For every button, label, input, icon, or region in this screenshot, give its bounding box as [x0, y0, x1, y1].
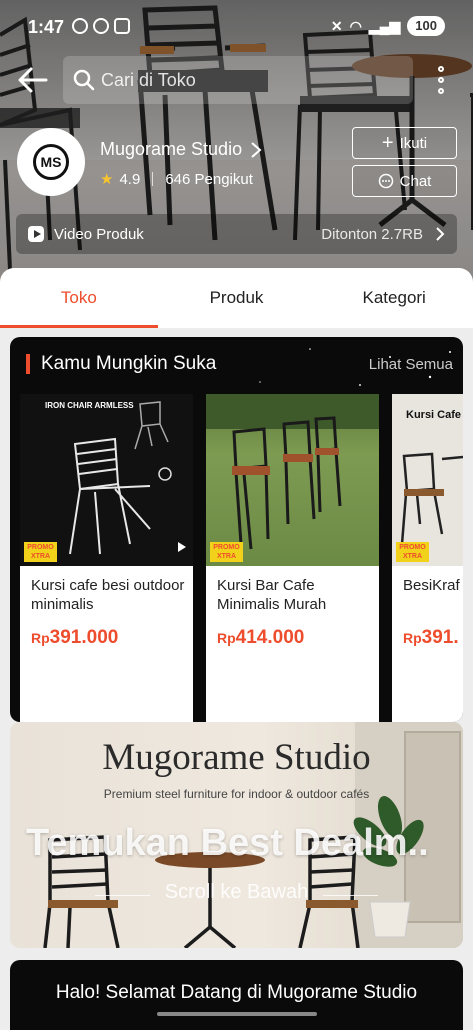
chat-bubble-icon — [378, 173, 393, 189]
image-caption: IRON CHAIR ARMLESS — [45, 401, 134, 410]
shop-name-link[interactable]: Mugorame Studio — [100, 139, 262, 160]
shop-search-bar[interactable] — [63, 56, 413, 104]
section-title: Kamu Mungkin Suka — [41, 353, 217, 374]
mute-icon: ✕ — [330, 17, 343, 34]
welcome-text: Halo! Selamat Datang di Mugorame Studio — [55, 982, 418, 1003]
discord-icon — [114, 18, 130, 34]
plus-icon: + — [381, 132, 394, 154]
recommended-section: Kamu Mungkin Suka Lihat Semua IRON CHAIR… — [10, 337, 463, 722]
product-image: Kursi Cafe Outdoor PROMOXTRA — [392, 394, 463, 566]
star-icon: ★ — [100, 171, 114, 188]
more-dot-icon — [438, 77, 444, 83]
promo-xtra-badge: PROMO XTRA — [210, 542, 243, 562]
promo-xtra-badge: PROMO XTRA — [24, 542, 57, 562]
status-time: 1:47 — [28, 17, 65, 37]
more-options-button[interactable] — [430, 62, 452, 98]
chevron-right-icon — [251, 141, 262, 158]
shop-logo: MS — [33, 144, 69, 180]
shop-tabs: Toko Produk Kategori — [0, 268, 473, 328]
tab-toko[interactable]: Toko — [0, 268, 158, 328]
notification-icons — [72, 18, 130, 34]
product-price: Rp391. — [403, 627, 459, 648]
product-name: Kursi cafe besi outdoor minimalis — [31, 577, 185, 613]
status-bar: 1:47 ✕ ◠ ▂▄▆ 100 — [0, 0, 473, 56]
search-icon — [73, 69, 95, 91]
product-image: IRON CHAIR ARMLESS PROMO XTRA — [20, 394, 193, 566]
banner-subtitle: Premium steel furniture for indoor & out… — [103, 787, 370, 801]
video-label: Video Produk — [54, 225, 144, 243]
image-caption: Kursi Cafe Outdoor — [406, 409, 463, 421]
bar-stools-product-image — [206, 394, 379, 550]
shop-rating: 4.9 — [119, 170, 141, 188]
product-name: Kursi Bar Cafe Minimalis Murah — [217, 577, 327, 613]
divider — [152, 172, 154, 186]
tab-kategori[interactable]: Kategori — [315, 268, 473, 328]
see-all-link[interactable]: Lihat Semua — [369, 356, 453, 373]
product-name: BesiKraf Cafe Bes — [403, 577, 463, 594]
promo-banner[interactable]: Mugorame Studio Premium steel furniture … — [10, 722, 463, 948]
section-accent-bar — [26, 354, 30, 374]
shop-stats: ★ 4.9 646 Pengikut — [100, 170, 253, 189]
follow-label: Ikuti — [399, 134, 428, 152]
product-price: Rp414.000 — [217, 627, 305, 648]
whatsapp-icon — [93, 18, 109, 34]
shop-avatar[interactable]: MS — [17, 128, 85, 196]
product-image: PROMO XTRA — [206, 394, 379, 566]
chair-product-image: IRON CHAIR ARMLESS — [45, 401, 186, 555]
banner-cta-text: Temukan Best Dealm.. — [26, 822, 429, 864]
section-header: Kamu Mungkin Suka Lihat Semua — [10, 337, 463, 391]
chat-button[interactable]: Chat — [352, 165, 457, 197]
product-price: Rp391.000 — [31, 627, 119, 648]
back-button[interactable] — [16, 63, 50, 97]
signal-icon: ▂▄▆ — [368, 17, 401, 34]
chevron-right-icon — [436, 227, 445, 241]
search-input[interactable] — [101, 69, 381, 91]
home-indicator[interactable] — [157, 1012, 317, 1016]
chat-label: Chat — [399, 172, 432, 190]
battery-indicator: 100 — [407, 16, 445, 36]
video-play-icon — [28, 226, 44, 242]
shop-followers: 646 Pengikut — [165, 170, 253, 188]
scroll-hint: Scroll ke Bawah — [164, 881, 309, 903]
cafe-chair-product-image: Kursi Cafe Outdoor — [400, 409, 463, 545]
promo-xtra-badge: PROMO XTRA — [396, 542, 429, 562]
wifi-icon: ◠ — [349, 17, 362, 34]
banner-title: Mugorame Studio — [102, 737, 371, 778]
product-card[interactable]: Kursi Cafe Outdoor PROMOXTRA BesiKraf Ca… — [392, 394, 463, 722]
tab-produk[interactable]: Produk — [158, 268, 316, 328]
video-views: Ditonton 2.7RB — [321, 225, 423, 243]
more-dot-icon — [438, 88, 444, 94]
shop-name: Mugorame Studio — [100, 139, 243, 159]
product-card[interactable]: IRON CHAIR ARMLESS PROMO XTRA Kursi cafe … — [20, 394, 193, 722]
follow-button[interactable]: + Ikuti — [352, 127, 457, 159]
product-card[interactable]: PROMO XTRA Kursi Bar Cafe Minimalis Murah… — [206, 394, 379, 722]
video-product-bar[interactable]: Video Produk Ditonton 2.7RB — [16, 214, 457, 254]
more-dot-icon — [438, 66, 444, 72]
welcome-section: Halo! Selamat Datang di Mugorame Studio — [10, 960, 463, 1030]
arrow-left-icon — [18, 67, 48, 93]
whatsapp-icon — [72, 18, 88, 34]
